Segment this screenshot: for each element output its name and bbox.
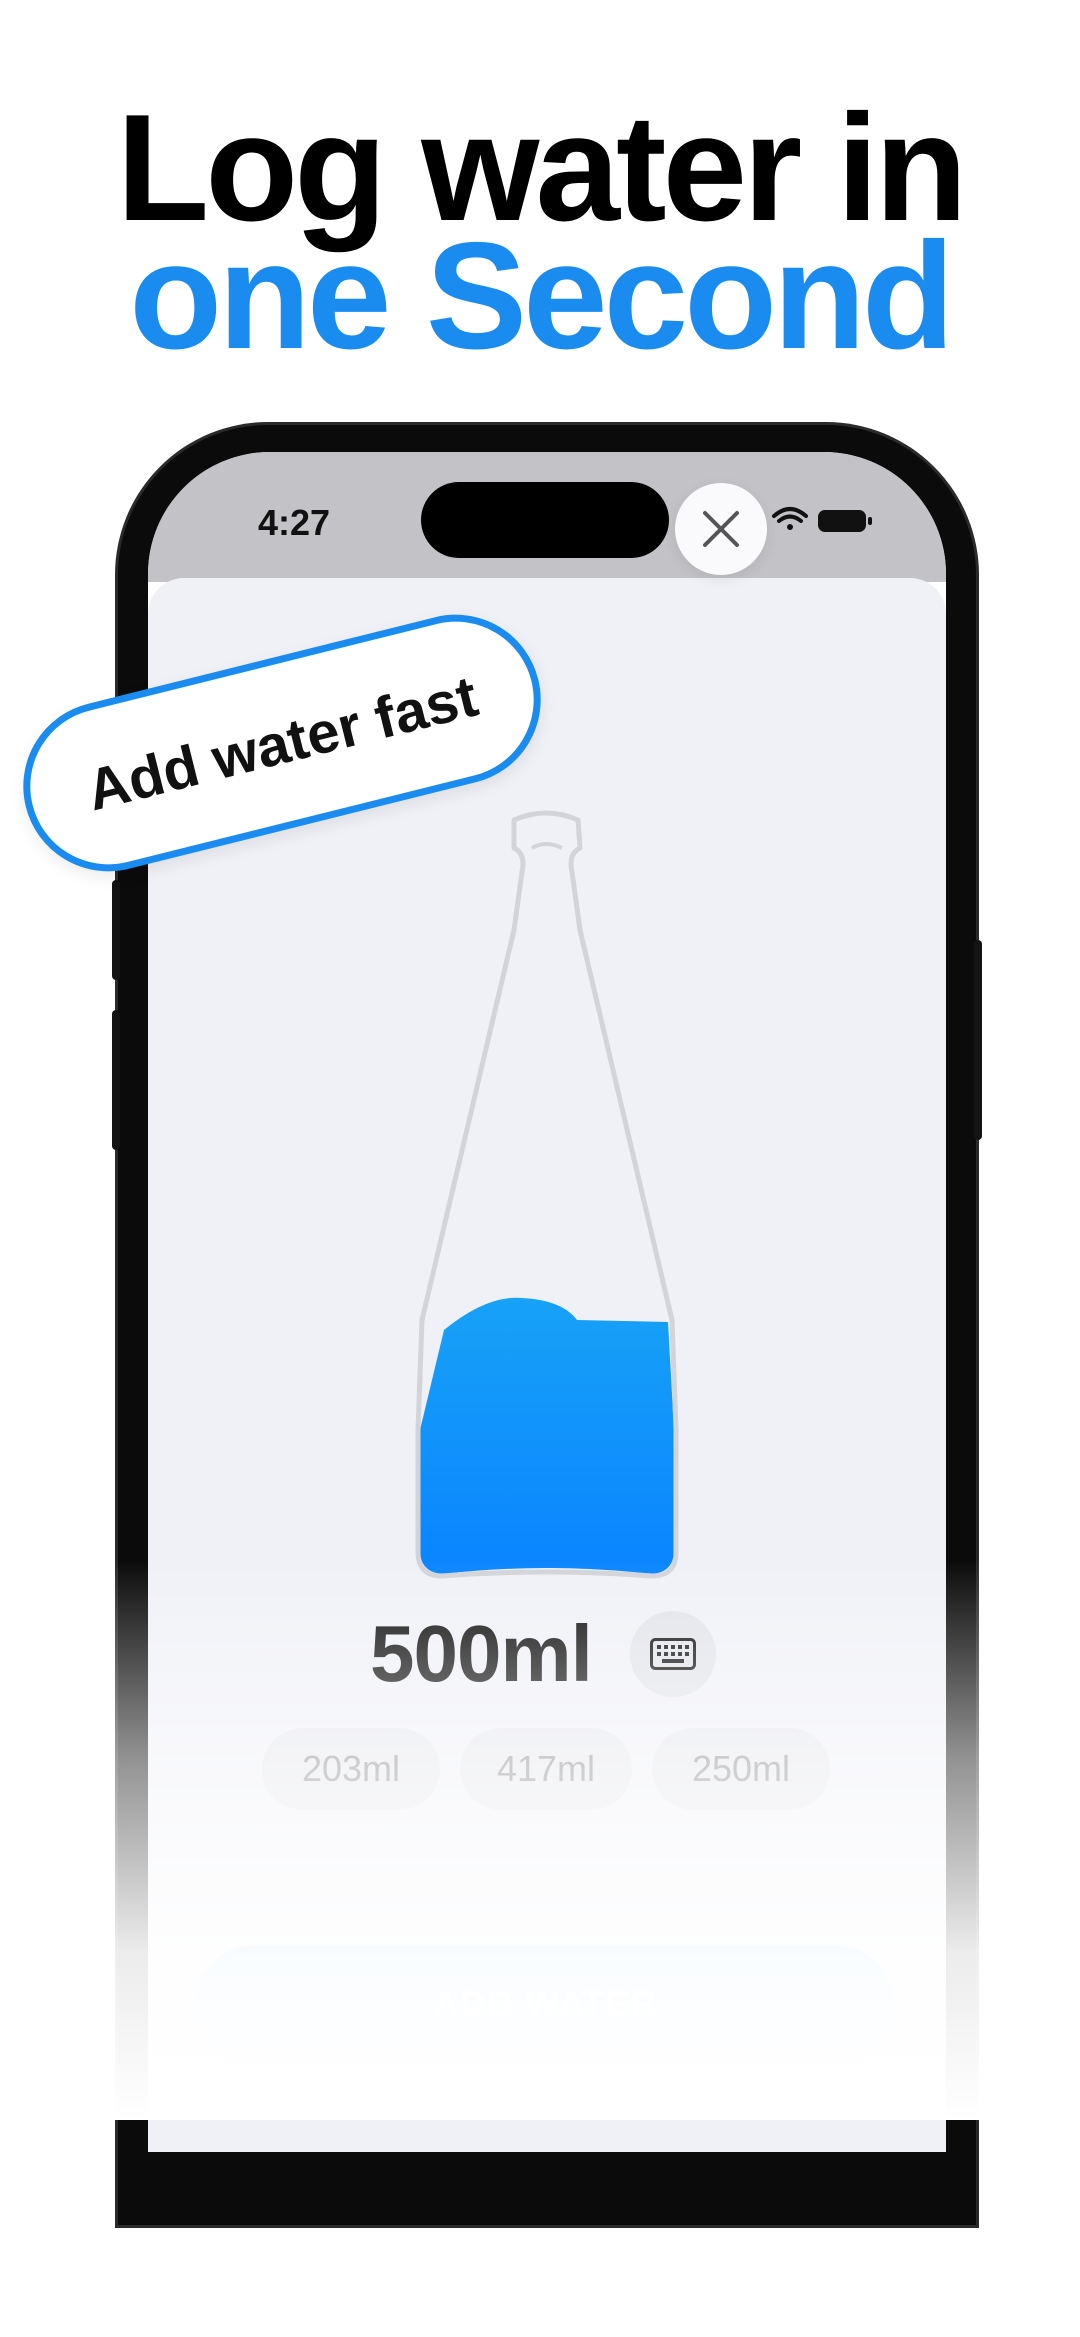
water-fill bbox=[420, 1297, 674, 1574]
phone-side-button bbox=[112, 1010, 120, 1150]
add-water-button[interactable]: ADD WATER bbox=[196, 1945, 894, 2063]
amount-value: 500ml bbox=[370, 1609, 593, 1698]
dynamic-island bbox=[421, 482, 669, 558]
headline-line-2: one Second bbox=[129, 211, 954, 381]
water-bottle[interactable] bbox=[412, 810, 682, 1590]
phone-side-button bbox=[974, 940, 982, 1140]
battery-icon bbox=[818, 510, 872, 532]
preset-250ml-button[interactable]: 250ml bbox=[652, 1728, 830, 1810]
close-button[interactable] bbox=[675, 483, 767, 575]
status-bar: 4:27 bbox=[148, 452, 946, 582]
keyboard-icon bbox=[650, 1638, 696, 1670]
wifi-icon bbox=[772, 507, 808, 530]
status-time: 4:27 bbox=[258, 502, 331, 543]
phone-side-button bbox=[112, 880, 120, 980]
close-icon bbox=[703, 511, 739, 547]
keyboard-entry-button[interactable] bbox=[630, 1611, 716, 1697]
preset-417ml-button[interactable]: 417ml bbox=[460, 1728, 632, 1810]
preset-203ml-button[interactable]: 203ml bbox=[262, 1728, 440, 1810]
